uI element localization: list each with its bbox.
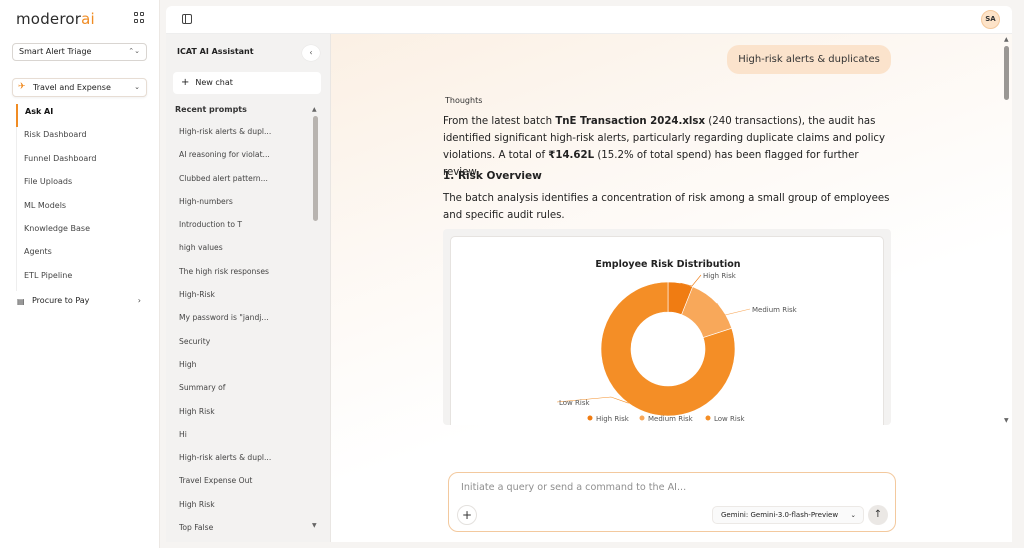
nav-item-knowledge-base[interactable]: Knowledge Base xyxy=(16,220,146,245)
new-chat-label: New chat xyxy=(195,78,233,87)
recent-prompts-list: High-risk alerts & dupl... AI reasoning f… xyxy=(179,126,304,545)
legend-swatch xyxy=(705,415,711,421)
recent-prompt-item[interactable]: High-risk alerts & dupl... xyxy=(179,126,304,149)
history-scrollbar[interactable] xyxy=(313,116,318,221)
recent-prompt-item[interactable]: High Risk xyxy=(179,499,304,522)
top-bar: SA xyxy=(166,6,1012,34)
nav-item-ask-ai[interactable]: Ask AI xyxy=(16,104,146,128)
recent-prompt-item[interactable]: High-risk alerts & dupl... xyxy=(179,452,304,475)
nav-item-risk-dashboard[interactable]: Risk Dashboard xyxy=(16,127,146,151)
recent-prompt-item[interactable]: AI reasoning for violat... xyxy=(179,149,304,172)
legend-label[interactable]: High Risk xyxy=(596,415,630,423)
nav-item-file-uploads[interactable]: File Uploads xyxy=(16,174,146,198)
nav-item-funnel-dashboard[interactable]: Funnel Dashboard xyxy=(16,150,146,175)
recent-prompt-item[interactable]: Security xyxy=(179,336,304,359)
slice-label: Medium Risk xyxy=(752,306,798,314)
composer: + Gemini: Gemini-3.0-flash-Preview ⌄ ↑ xyxy=(448,472,896,532)
section-heading: 1. Risk Overview xyxy=(443,170,542,182)
legend-swatch xyxy=(587,415,593,421)
chat-input[interactable] xyxy=(461,482,881,493)
recent-prompt-item[interactable]: Summary of xyxy=(179,382,304,405)
flagged-amount: ₹14.62L xyxy=(548,150,595,161)
workflow-select-value: Smart Alert Triage xyxy=(19,47,92,56)
slice-label: Low Risk xyxy=(559,399,590,407)
recent-prompt-item[interactable]: Introduction to T xyxy=(179,219,304,242)
apps-grid-icon[interactable] xyxy=(134,12,145,23)
chat-main: High-risk alerts & duplicates Thoughts F… xyxy=(331,34,1012,542)
recent-prompt-item[interactable]: The high risk responses xyxy=(179,266,304,289)
recent-prompt-item[interactable]: High Risk xyxy=(179,406,304,429)
recent-prompt-item[interactable]: Hi xyxy=(179,429,304,452)
recent-prompt-item[interactable]: High xyxy=(179,359,304,382)
recent-prompt-item[interactable]: Clubbed alert pattern... xyxy=(179,173,304,196)
recent-prompt-item[interactable]: Top False xyxy=(179,522,304,545)
chart-container: Employee Risk Distribution High Risk Mediu… xyxy=(450,236,884,425)
attach-plus-button[interactable]: + xyxy=(457,505,477,525)
workflow-select[interactable]: Smart Alert Triage ⌃⌄ xyxy=(12,43,147,61)
module-procure-to-pay[interactable]: ▤ Procure to Pay › xyxy=(12,294,147,310)
plus-icon: + xyxy=(181,77,190,88)
updown-caret-icon: ⌃⌄ xyxy=(128,47,140,55)
recent-prompt-item[interactable]: Travel Expense Out xyxy=(179,475,304,498)
legend-label[interactable]: Medium Risk xyxy=(648,415,694,423)
scroll-down-icon[interactable]: ▼ xyxy=(312,522,317,529)
nav-item-ml-models[interactable]: ML Models xyxy=(16,197,146,221)
left-nav: moderorai Smart Alert Triage ⌃⌄ ✈ Travel… xyxy=(0,0,160,548)
app-logo[interactable]: moderorai xyxy=(16,10,95,28)
send-button[interactable]: ↑ xyxy=(868,505,888,525)
model-select-value: Gemini: Gemini-3.0-flash-Preview xyxy=(721,511,839,519)
scroll-down-icon[interactable]: ▼ xyxy=(1004,417,1009,424)
chat-scrollbar[interactable] xyxy=(1004,46,1009,100)
travel-icon: ✈ xyxy=(18,82,26,92)
recent-prompt-item[interactable]: High-numbers xyxy=(179,196,304,219)
chart-card: Employee Risk Distribution High Risk Mediu… xyxy=(443,229,891,425)
legend-label[interactable]: Low Risk xyxy=(714,415,745,423)
response-paragraph-2: The batch analysis identifies a concentr… xyxy=(443,193,890,221)
chart-title: Employee Risk Distribution xyxy=(595,259,740,270)
thoughts-label[interactable]: Thoughts xyxy=(445,96,482,105)
nav-item-etl-pipeline[interactable]: ETL Pipeline xyxy=(16,267,146,292)
module-label: Procure to Pay xyxy=(32,296,90,305)
assistant-title: ICAT AI Assistant xyxy=(177,47,254,56)
module-label: Travel and Expense xyxy=(33,83,111,92)
scroll-up-icon[interactable]: ▲ xyxy=(1004,36,1009,43)
scroll-up-icon[interactable]: ▲ xyxy=(312,106,317,113)
recent-prompt-item[interactable]: My password is "jandj... xyxy=(179,312,304,335)
sidebar-toggle-icon[interactable] xyxy=(182,14,192,24)
user-message-bubble: High-risk alerts & duplicates xyxy=(727,45,891,74)
recent-prompt-item[interactable]: High-Risk xyxy=(179,289,304,312)
legend-swatch xyxy=(639,415,645,421)
chevron-down-icon: ⌄ xyxy=(850,511,856,519)
recent-prompt-item[interactable]: high values xyxy=(179,242,304,265)
document-icon: ▤ xyxy=(17,297,25,306)
file-name: TnE Transaction 2024.xlsx xyxy=(555,116,706,127)
recent-prompts-heading: Recent prompts xyxy=(175,105,247,114)
module-submenu: Ask AI Risk Dashboard Funnel Dashboard F… xyxy=(16,104,146,292)
nav-item-agents[interactable]: Agents xyxy=(16,244,146,268)
slice-label: High Risk xyxy=(703,272,737,280)
new-chat-button[interactable]: + New chat xyxy=(173,72,321,94)
collapse-panel-button[interactable]: ‹ xyxy=(302,45,320,61)
chat-history-panel: ICAT AI Assistant ‹ + New chat Recent pro… xyxy=(166,34,331,542)
chevron-right-icon: › xyxy=(137,296,141,305)
donut-chart: Employee Risk Distribution High Risk Mediu… xyxy=(556,259,798,423)
chevron-down-icon: ⌄ xyxy=(134,83,140,91)
module-travel-expense[interactable]: ✈ Travel and Expense ⌄ xyxy=(12,78,147,97)
model-select[interactable]: Gemini: Gemini-3.0-flash-Preview ⌄ xyxy=(712,506,864,524)
user-avatar[interactable]: SA xyxy=(981,10,1000,29)
